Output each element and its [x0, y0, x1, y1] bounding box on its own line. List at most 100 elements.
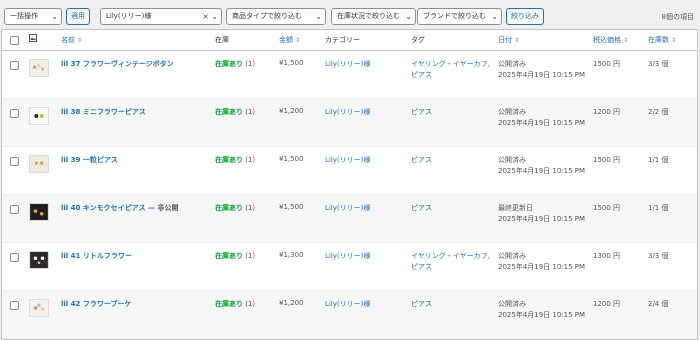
image-icon — [29, 34, 37, 44]
price: ¥1,300 — [279, 251, 304, 259]
stock-status: 在庫あり (1) — [215, 251, 255, 261]
column-tag: タグ — [411, 36, 425, 44]
tag-link[interactable]: ピアス — [411, 263, 432, 271]
row-checkbox[interactable] — [10, 109, 19, 118]
sort-icon: ⇕ — [623, 37, 629, 44]
tags: イヤリング・イヤーカフ, ピアス — [411, 251, 490, 273]
publish-date: 2025年4月19日 10:15 PM — [498, 311, 586, 319]
bulk-action-select[interactable]: 一括操作 ⌄ — [4, 8, 62, 25]
publish-status: 公開済み — [498, 252, 526, 260]
category-link[interactable]: Lily(リリー)様 — [325, 107, 370, 117]
brand-filter-label: ブランドで絞り込む — [423, 12, 486, 20]
tag-link[interactable]: イヤリング・イヤーカフ, — [411, 252, 490, 260]
brand-filter-select[interactable]: ブランドで絞り込む ⌄ — [417, 8, 502, 25]
product-thumbnail[interactable] — [29, 299, 49, 317]
product-name-link[interactable]: lil 37 フラワーヴィンテージボタン — [61, 59, 174, 69]
column-category: カテゴリー — [325, 36, 360, 44]
tax-price: 1300 円 — [593, 252, 621, 260]
stock-label: 在庫あり — [215, 60, 243, 68]
product-name-link[interactable]: lil 38 ミニフラワーピアス — [61, 107, 146, 117]
category-filter-select[interactable]: Lily(リリー)様 × ⌄ — [100, 8, 222, 25]
publish-status: 公開済み — [498, 60, 526, 68]
apply-button[interactable]: 適用 — [66, 8, 90, 25]
category-link[interactable]: Lily(リリー)様 — [325, 59, 370, 69]
publish-status: 公開済み — [498, 156, 526, 164]
publish-date: 2025年4月19日 10:15 PM — [498, 71, 586, 79]
product-thumbnail[interactable] — [29, 203, 49, 221]
stock-label: 在庫あり — [215, 204, 243, 212]
sort-icon: ⇕ — [295, 37, 301, 44]
filter-submit-button[interactable]: 絞り込み — [506, 8, 544, 25]
column-tax-price[interactable]: 税込価格 ⇕ — [593, 35, 628, 45]
date: 公開済み 2025年4月19日 10:15 PM — [498, 107, 585, 129]
price: ¥1,500 — [279, 155, 304, 163]
product-thumbnail[interactable] — [29, 59, 49, 77]
tax-price: 1200 円 — [593, 300, 621, 308]
column-tax-price-label: 税込価格 — [593, 36, 621, 44]
date: 公開済み 2025年4月19日 10:15 PM — [498, 59, 585, 81]
stock-label: 在庫あり — [215, 252, 243, 260]
stock-qty: 3/3 個 — [648, 252, 669, 260]
stock-count: (1) — [245, 204, 256, 212]
stock-status-filter-select[interactable]: 在庫状況で絞り込む ⌄ — [331, 8, 416, 25]
tag-link[interactable]: ピアス — [411, 300, 432, 308]
product-name: lil 37 フラワーヴィンテージボタン — [61, 60, 174, 68]
product-name-link[interactable]: lil 40 キンモクセイピアス — 非公開 — [61, 203, 178, 213]
product-type-filter-label: 商品タイプで絞り込む — [232, 12, 302, 20]
row-checkbox[interactable] — [10, 61, 19, 70]
row-checkbox[interactable] — [10, 157, 19, 166]
close-icon[interactable]: × — [202, 9, 209, 24]
product-thumbnail[interactable] — [29, 107, 49, 125]
row-checkbox[interactable] — [10, 253, 19, 262]
product-name: lil 41 リトルフラワー — [61, 252, 132, 260]
stock-count: (1) — [245, 300, 256, 308]
product-name: lil 39 一粒ピアス — [61, 156, 118, 164]
product-status-suffix: — 非公開 — [145, 204, 179, 212]
product-name: lil 40 キンモクセイピアス — [61, 204, 146, 212]
chevron-down-icon: ⌄ — [405, 12, 412, 21]
publish-date: 2025年4月19日 10:15 PM — [498, 167, 586, 175]
table-row: lil 41 リトルフラワー 在庫あり (1) ¥1,300 Lily(リリー)… — [2, 243, 697, 291]
category-link[interactable]: Lily(リリー)様 — [325, 251, 370, 261]
column-name-label: 名前 — [61, 36, 75, 44]
tags: ピアス — [411, 107, 432, 118]
date: 公開済み 2025年4月19日 10:15 PM — [498, 155, 585, 177]
product-thumbnail[interactable] — [29, 155, 49, 173]
product-type-filter-select[interactable]: 商品タイプで絞り込む ⌄ — [226, 8, 326, 25]
category-link[interactable]: Lily(リリー)様 — [325, 155, 370, 165]
products-table: 名前 ⇕ 在庫 金額 ⇕ カテゴリー タグ 日付 ⇕ 税込価格 ⇕ 在庫数 ⇕ lil 3… — [1, 29, 698, 340]
date: 最終更新日 2025年4月19日 10:15 PM — [498, 203, 585, 225]
tag-link[interactable]: ピアス — [411, 156, 432, 164]
tag-link[interactable]: ピアス — [411, 204, 432, 212]
tag-link[interactable]: ピアス — [411, 108, 432, 116]
stock-count: (1) — [245, 156, 256, 164]
column-stock: 在庫 — [215, 36, 229, 44]
tag-link[interactable]: ピアス — [411, 71, 432, 79]
tax-price: 1200 円 — [593, 108, 621, 116]
product-name-link[interactable]: lil 41 リトルフラワー — [61, 251, 132, 261]
column-name[interactable]: 名前 ⇕ — [61, 35, 82, 45]
row-checkbox[interactable] — [10, 205, 19, 214]
tag-link[interactable]: イヤリング・イヤーカフ, — [411, 60, 490, 68]
category-link[interactable]: Lily(リリー)様 — [325, 299, 370, 309]
table-row: lil 40 キンモクセイピアス — 非公開 在庫あり (1) ¥1,500 L… — [2, 195, 697, 243]
product-name-link[interactable]: lil 39 一粒ピアス — [61, 155, 118, 165]
tags: イヤリング・イヤーカフ, ピアス — [411, 59, 490, 81]
product-thumbnail[interactable] — [29, 251, 49, 269]
column-date[interactable]: 日付 ⇕ — [498, 35, 519, 45]
row-checkbox[interactable] — [10, 301, 19, 310]
category-filter-label: Lily(リリー)様 — [106, 12, 152, 20]
stock-qty: 2/2 個 — [648, 108, 669, 116]
filter-bar: 一括操作 ⌄ 適用 Lily(リリー)様 × ⌄ 商品タイプで絞り込む ⌄ 在庫… — [4, 6, 694, 26]
sort-icon: ⇕ — [514, 37, 520, 44]
stock-qty: 2/4 個 — [648, 300, 669, 308]
select-all-checkbox[interactable] — [10, 36, 19, 45]
column-qty-label: 在庫数 — [648, 36, 669, 44]
category-link[interactable]: Lily(リリー)様 — [325, 203, 370, 213]
chevron-down-icon: ⌄ — [211, 12, 218, 21]
column-qty[interactable]: 在庫数 ⇕ — [648, 35, 676, 45]
stock-count: (1) — [245, 252, 256, 260]
column-price[interactable]: 金額 ⇕ — [279, 35, 300, 45]
date: 公開済み 2025年4月19日 10:15 PM — [498, 251, 585, 273]
product-name-link[interactable]: lil 42 フラワーブーケ — [61, 299, 131, 309]
